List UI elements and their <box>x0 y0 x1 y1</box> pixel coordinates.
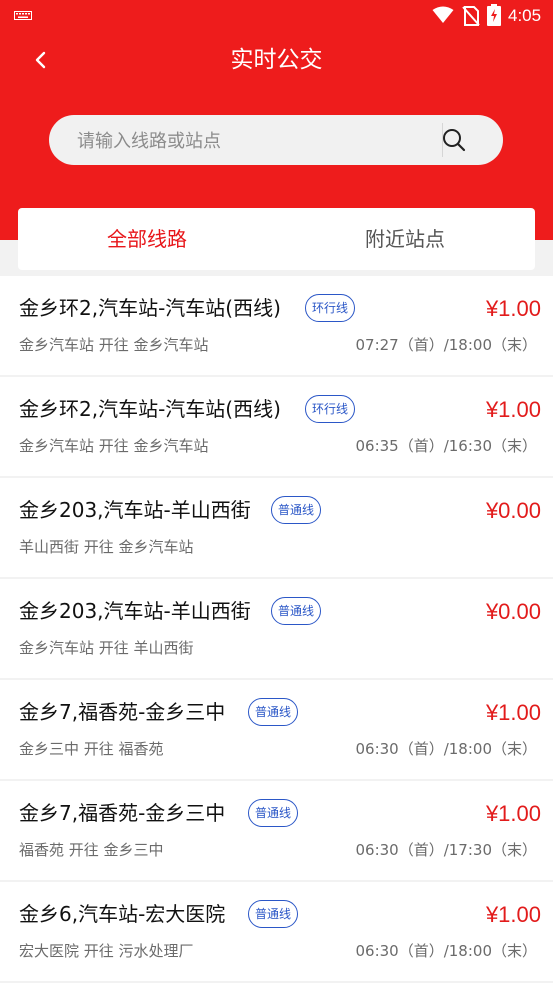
route-name: 金乡6,汽车站-宏大医院 <box>19 902 226 926</box>
route-name: 金乡环2,汽车站-汽车站(西线) <box>19 397 281 421</box>
route-row[interactable]: 金乡环2,汽车站-汽车站(西线) 环行线 ¥1.00 金乡汽车站 开往 金乡汽车… <box>0 377 553 476</box>
route-schedule: 07:27（首）/18:00（末） <box>355 336 537 354</box>
tab-all-routes[interactable]: 全部线路 <box>18 208 276 270</box>
keyboard-icon <box>14 11 32 20</box>
route-name: 金乡7,福香苑-金乡三中 <box>19 801 226 825</box>
page-title: 实时公交 <box>230 47 323 73</box>
route-type-badge: 普通线 <box>271 597 322 625</box>
battery-charging-icon <box>487 4 501 26</box>
route-direction: 金乡三中 开往 福香苑 <box>19 740 164 758</box>
tab-nearby-stops[interactable]: 附近站点 <box>276 208 534 270</box>
route-type-badge: 环行线 <box>305 294 356 322</box>
route-row[interactable]: 金乡203,汽车站-羊山西街 普通线 ¥0.00 金乡汽车站 开往 羊山西街 <box>0 579 553 678</box>
route-name: 金乡203,汽车站-羊山西街 <box>19 599 251 623</box>
route-name: 金乡203,汽车站-羊山西街 <box>19 498 251 522</box>
route-price: ¥1.00 <box>485 700 541 725</box>
status-time: 4:05 <box>508 6 542 25</box>
search-icon[interactable] <box>441 127 467 153</box>
route-direction: 福香苑 开往 金乡三中 <box>19 841 164 859</box>
route-row[interactable]: 金乡7,福香苑-金乡三中 普通线 ¥1.00 金乡三中 开往 福香苑 06:30… <box>0 680 553 779</box>
route-name: 金乡7,福香苑-金乡三中 <box>19 700 226 724</box>
route-price: ¥0.00 <box>485 498 541 523</box>
route-schedule: 06:30（首）/18:00（末） <box>355 740 537 758</box>
search-box[interactable] <box>49 115 503 167</box>
route-row[interactable]: 金乡环2,汽车站-汽车站(西线) 环行线 ¥1.00 金乡汽车站 开往 金乡汽车… <box>0 276 553 375</box>
route-type-badge: 普通线 <box>271 496 322 524</box>
route-direction: 金乡汽车站 开往 金乡汽车站 <box>19 437 209 455</box>
route-price: ¥1.00 <box>485 296 541 321</box>
route-price: ¥0.00 <box>485 599 541 624</box>
no-sim-icon <box>462 6 480 26</box>
route-schedule: 06:35（首）/16:30（末） <box>355 437 537 455</box>
route-type-badge: 普通线 <box>248 698 299 726</box>
wifi-icon <box>432 6 454 23</box>
route-schedule: 06:30（首）/18:00（末） <box>355 942 537 960</box>
route-name: 金乡环2,汽车站-汽车站(西线) <box>19 296 281 320</box>
status-bar: 4:05 <box>0 0 553 32</box>
route-direction: 金乡汽车站 开往 金乡汽车站 <box>19 336 209 354</box>
route-price: ¥1.00 <box>485 902 541 927</box>
route-row[interactable]: 金乡7,福香苑-金乡三中 普通线 ¥1.00 福香苑 开往 金乡三中 06:30… <box>0 781 553 880</box>
tab-bar: 全部线路 附近站点 <box>18 208 535 270</box>
route-row[interactable]: 金乡6,汽车站-宏大医院 普通线 ¥1.00 宏大医院 开往 污水处理厂 06:… <box>0 882 553 981</box>
route-type-badge: 普通线 <box>248 900 299 928</box>
route-list: 金乡环2,汽车站-汽车站(西线) 环行线 ¥1.00 金乡汽车站 开往 金乡汽车… <box>0 276 553 983</box>
route-price: ¥1.00 <box>485 801 541 826</box>
route-direction: 羊山西街 开往 金乡汽车站 <box>19 538 194 556</box>
route-type-badge: 环行线 <box>305 395 356 423</box>
route-direction: 宏大医院 开往 污水处理厂 <box>19 942 194 960</box>
route-row[interactable]: 金乡203,汽车站-羊山西街 普通线 ¥0.00 羊山西街 开往 金乡汽车站 <box>0 478 553 577</box>
route-type-badge: 普通线 <box>248 799 299 827</box>
route-direction: 金乡汽车站 开往 羊山西街 <box>19 639 194 657</box>
header-bar: 4:05 实时公交 <box>0 0 553 240</box>
route-price: ¥1.00 <box>485 397 541 422</box>
search-input[interactable] <box>75 115 439 167</box>
route-schedule: 06:30（首）/17:30（末） <box>355 841 537 859</box>
